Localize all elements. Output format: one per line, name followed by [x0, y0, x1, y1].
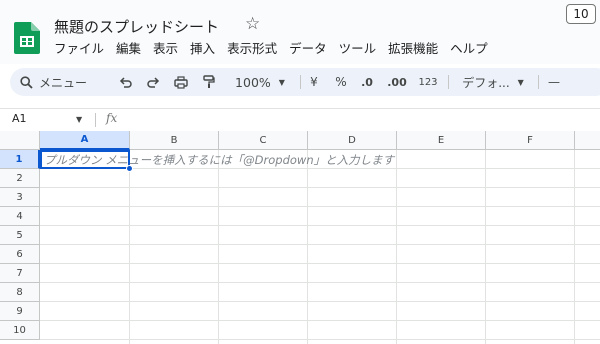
number-format-label: 123: [418, 76, 438, 88]
search-icon: [20, 75, 33, 89]
menu-view[interactable]: 表示: [147, 40, 184, 58]
paint-format-icon[interactable]: [200, 68, 218, 96]
column-gridline: [218, 150, 219, 344]
row-gridline: [40, 206, 600, 207]
row-gridline: [40, 187, 600, 188]
fill-handle[interactable]: [126, 165, 133, 172]
menu-file[interactable]: ファイル: [48, 40, 110, 58]
currency-label: ¥: [310, 75, 318, 89]
menu-insert[interactable]: 挿入: [184, 40, 221, 58]
menubar: ファイル 編集 表示 挿入 表示形式 データ ツール 拡張機能 ヘルプ: [48, 40, 494, 58]
row-header-7[interactable]: 7: [0, 264, 40, 283]
column-header-g[interactable]: [575, 131, 600, 150]
formula-bar-divider: [95, 113, 96, 127]
row-header-5[interactable]: 5: [0, 226, 40, 245]
row-gridline: [40, 339, 600, 340]
row-gridline: [40, 301, 600, 302]
chevron-down-icon[interactable]: ▼: [76, 115, 82, 124]
formula-bar: A1 ▼ fx: [0, 108, 600, 130]
increase-decimal-button[interactable]: .00: [384, 68, 410, 96]
chevron-down-icon: ▼: [278, 77, 285, 87]
column-header-a[interactable]: A: [40, 131, 130, 150]
menu-data[interactable]: データ: [283, 40, 333, 58]
toolbar-divider: [538, 75, 539, 89]
column-header-c[interactable]: C: [219, 131, 308, 150]
decrease-decimal-button[interactable]: .0: [356, 68, 378, 96]
zoom-select[interactable]: 100% ▼: [230, 68, 290, 96]
chevron-down-icon: ▼: [517, 77, 524, 87]
row-gridline: [40, 225, 600, 226]
font-size-decrease-button[interactable]: —: [544, 68, 564, 96]
select-all-corner[interactable]: [0, 131, 40, 150]
column-gridline: [574, 150, 575, 344]
column-header-f[interactable]: F: [486, 131, 575, 150]
number-format-button[interactable]: 123: [416, 68, 440, 96]
row-header-2[interactable]: 2: [0, 169, 40, 188]
column-gridline: [129, 150, 130, 344]
currency-format-button[interactable]: ¥: [306, 68, 322, 96]
toolbar-divider: [300, 75, 301, 89]
active-cell-a1[interactable]: [40, 150, 130, 169]
toolbar-divider: [448, 75, 449, 89]
zoom-value: 100%: [235, 74, 271, 90]
row-header-10[interactable]: 10: [0, 321, 40, 340]
minus-icon: —: [548, 75, 560, 89]
row-header-1[interactable]: 1: [0, 150, 40, 169]
percent-label: %: [335, 75, 347, 89]
toolbar: メニュー 100% ▼ ¥ % .0 .00 123 デフォ... ▼ —: [10, 68, 600, 96]
column-gridline: [396, 150, 397, 344]
menu-edit[interactable]: 編集: [110, 40, 147, 58]
sheets-logo-icon[interactable]: [14, 22, 40, 54]
font-size-input[interactable]: 10: [566, 4, 596, 24]
menu-help[interactable]: ヘルプ: [444, 40, 494, 58]
name-box[interactable]: A1: [12, 112, 27, 125]
row-header-9[interactable]: 9: [0, 302, 40, 321]
fx-icon: fx: [106, 111, 118, 125]
row-header-4[interactable]: 4: [0, 207, 40, 226]
column-gridline: [485, 150, 486, 344]
app-header: 無題のスプレッドシート ☆ ファイル 編集 表示 挿入 表示形式 データ ツール…: [0, 0, 600, 64]
increase-decimal-label: .00: [387, 75, 407, 89]
undo-icon[interactable]: [116, 68, 134, 96]
column-header-d[interactable]: D: [308, 131, 397, 150]
star-icon[interactable]: ☆: [245, 14, 260, 34]
row-header-3[interactable]: 3: [0, 188, 40, 207]
search-menus-label: メニュー: [39, 75, 88, 90]
percent-format-button[interactable]: %: [332, 68, 350, 96]
font-family-select[interactable]: デフォ... ▼: [456, 68, 530, 96]
menu-extensions[interactable]: 拡張機能: [382, 40, 444, 58]
menu-tools[interactable]: ツール: [333, 40, 383, 58]
column-gridline: [307, 150, 308, 344]
column-header-e[interactable]: E: [397, 131, 486, 150]
spreadsheet-grid[interactable]: A B C D E F 1 2 3 4 5 6 7 8 9 10 プルダウン メ…: [0, 131, 600, 344]
row-gridline: [40, 282, 600, 283]
document-title[interactable]: 無題のスプレッドシート: [54, 16, 219, 37]
row-header-8[interactable]: 8: [0, 283, 40, 302]
search-menus-button[interactable]: メニュー: [20, 68, 110, 96]
redo-icon[interactable]: [144, 68, 162, 96]
row-gridline: [40, 244, 600, 245]
column-header-b[interactable]: B: [130, 131, 219, 150]
row-gridline: [40, 320, 600, 321]
print-icon[interactable]: [172, 68, 190, 96]
decrease-decimal-label: .0: [361, 75, 373, 89]
font-family-value: デフォ...: [462, 75, 510, 90]
row-gridline: [40, 263, 600, 264]
row-header-6[interactable]: 6: [0, 245, 40, 264]
menu-format[interactable]: 表示形式: [221, 40, 283, 58]
